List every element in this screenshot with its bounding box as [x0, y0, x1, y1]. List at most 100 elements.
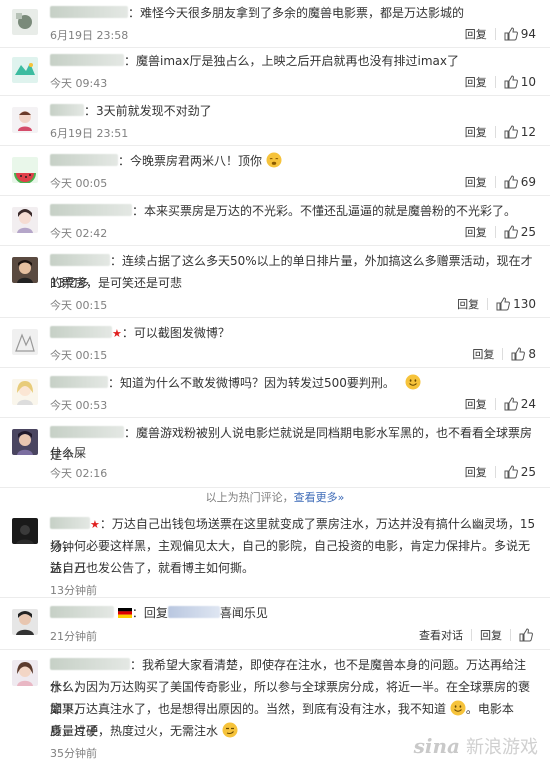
username-blurred[interactable] — [50, 658, 130, 670]
comment-text: ：难怪今天很多朋友拿到了多余的魔兽电影票，都是万达影城的 — [128, 6, 465, 20]
reply-button[interactable]: 回复 — [465, 464, 487, 480]
comment-actions: 回复 12 — [465, 124, 536, 140]
comment-text-line: ：魔兽imax厅是独占么，上映之后开启就再也没有排过imax了 — [50, 50, 536, 72]
username-blurred[interactable] — [50, 326, 112, 338]
like-button[interactable] — [519, 628, 536, 642]
comment-time: 今天 00:15 — [50, 299, 108, 312]
reply-button[interactable]: 回复 — [465, 224, 487, 240]
avatar[interactable] — [12, 157, 38, 183]
username-blurred[interactable] — [50, 54, 124, 66]
action-divider — [494, 466, 496, 478]
avatar[interactable] — [12, 518, 38, 544]
username-blurred[interactable] — [50, 254, 110, 266]
like-button[interactable]: 24 — [504, 397, 536, 411]
comment-time: 今天 02:42 — [50, 227, 108, 240]
thumbs-up-icon — [504, 175, 518, 189]
like-count: 8 — [528, 347, 536, 361]
avatar[interactable] — [12, 429, 38, 455]
comment-time: 6月19日 23:58 — [50, 29, 129, 42]
comment-actions: 回复 10 — [465, 74, 536, 90]
reply-button[interactable]: 回复 — [480, 627, 502, 643]
like-button[interactable]: 25 — [504, 465, 536, 479]
username-blurred[interactable] — [50, 517, 90, 529]
thumbs-up-icon — [504, 397, 518, 411]
reply-button[interactable]: 回复 — [465, 74, 487, 90]
comment-text: ：3天前就发现不对劲了 — [84, 104, 212, 118]
comment-time: 13分钟前 — [50, 584, 97, 597]
comment-item: ：今晚票房君两米八！顶你 今天 00:05 回复 69 — [0, 146, 550, 196]
avatar[interactable] — [12, 57, 38, 83]
comment-item: ：知道为什么不敢发微博吗？因为转发过500要判刑。 今天 00:53 回复 24 — [0, 368, 550, 418]
username-blurred[interactable] — [50, 6, 128, 18]
avatar[interactable] — [12, 207, 38, 233]
avatar[interactable] — [12, 9, 38, 35]
like-button[interactable]: 25 — [504, 225, 536, 239]
comment-item: ：本来买票房是万达的不光彩。不懂还乱逼逼的就是魔兽粉的不光彩了。 今天 02:4… — [0, 196, 550, 246]
reply-prefix: ：回复 — [131, 606, 168, 620]
thumbs-up-icon — [504, 75, 518, 89]
comment-time: 今天 00:53 — [50, 399, 108, 412]
action-divider — [494, 176, 496, 188]
action-divider — [494, 126, 496, 138]
comment-text-line: ：3天前就发现不对劲了 — [50, 100, 536, 122]
hot-comments-divider: 以上为热门评论，查看更多» — [0, 488, 550, 508]
germany-flag-icon — [117, 608, 132, 618]
like-button[interactable]: 94 — [504, 27, 536, 41]
username-blurred[interactable] — [50, 426, 124, 438]
avatar[interactable] — [12, 379, 38, 405]
action-divider — [487, 298, 489, 310]
smile-emoji-icon — [450, 700, 466, 716]
avatar[interactable] — [12, 257, 38, 283]
watermark-text: 新浪游戏 — [466, 737, 538, 758]
avatar[interactable] — [12, 660, 38, 686]
star-badge-icon: ★ — [90, 518, 100, 531]
action-divider — [510, 629, 511, 641]
reply-button[interactable]: 回复 — [465, 124, 487, 140]
smile-emoji-icon — [405, 374, 421, 390]
reply-button[interactable]: 回复 — [465, 174, 487, 190]
comment-actions: 回复 25 — [465, 224, 536, 240]
comment-text-line: ：回复 喜闻乐见 — [50, 602, 536, 624]
divider-text: 以上为热门评论， — [205, 491, 294, 504]
like-count: 94 — [520, 27, 536, 41]
like-button[interactable]: 10 — [504, 75, 536, 89]
username-blurred[interactable] — [50, 204, 132, 216]
thumbs-up-icon — [504, 465, 518, 479]
avatar[interactable] — [12, 107, 38, 133]
like-count: 24 — [520, 397, 536, 411]
smirk-emoji-icon — [222, 722, 238, 738]
emoji-icon — [266, 152, 282, 168]
mention-blurred[interactable] — [167, 606, 220, 618]
action-divider — [494, 398, 496, 410]
reply-button[interactable]: 回复 — [465, 396, 487, 412]
like-count: 25 — [520, 465, 536, 479]
like-count: 130 — [513, 297, 536, 311]
like-button[interactable]: 69 — [504, 175, 536, 189]
comment-text-line: ：难怪今天很多朋友拿到了多余的魔兽电影票，都是万达影城的 — [50, 2, 536, 24]
comment-text: ：今晚票房君两米八！顶你 — [118, 154, 263, 168]
comment-text-line: ：知道为什么不敢发微博吗？因为转发过500要判刑。 — [50, 372, 536, 394]
reply-button[interactable]: 回复 — [457, 296, 479, 312]
like-button[interactable]: 8 — [511, 347, 536, 361]
username-blurred[interactable] — [50, 154, 118, 166]
avatar[interactable] — [12, 329, 38, 355]
username-blurred[interactable] — [50, 376, 108, 388]
comment-text-line-2: 什么屎 — [50, 446, 87, 460]
like-button[interactable]: 12 — [504, 125, 536, 139]
comment-time: 今天 00:15 — [50, 349, 108, 362]
avatar[interactable] — [12, 609, 38, 635]
comment-text: ：魔兽imax厅是独占么，上映之后开启就再也没有排过imax了 — [124, 54, 459, 68]
comment-text: ：可以截图发微博？ — [121, 326, 230, 340]
view-conversation-button[interactable]: 查看对话 — [419, 627, 463, 643]
view-more-link[interactable]: 查看更多» — [294, 491, 345, 504]
comment-text: 如果万达真注水了，也是想得出原因的。当然，到底有没有注水，我不知道 — [50, 702, 447, 716]
comment-text-line-3: 达自己也发公告了，就看博主如何撕。 — [50, 561, 255, 575]
reply-button[interactable]: 回复 — [465, 26, 487, 42]
comment-actions: 回复 8 — [472, 346, 536, 362]
comment-time: 6月19日 23:51 — [50, 127, 129, 140]
like-button[interactable]: 130 — [496, 297, 536, 311]
username-blurred[interactable] — [50, 104, 84, 116]
comment-text: ：本来买票房是万达的不光彩。不懂还乱逼逼的就是魔兽粉的不光彩了。 — [132, 204, 517, 218]
username-blurred[interactable] — [50, 606, 114, 618]
reply-button[interactable]: 回复 — [472, 346, 494, 362]
